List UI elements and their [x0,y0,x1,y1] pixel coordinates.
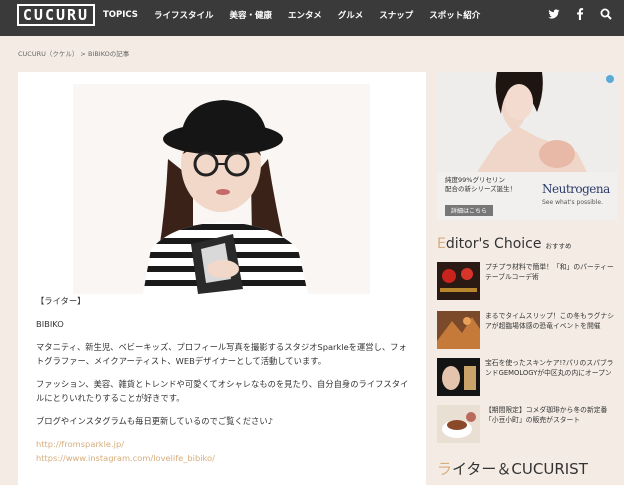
ad-copy-line-1: 純度99%グリセリン [445,176,505,184]
bio-paragraph-1: マタニティ、新生児、ベビーキッズ、プロフィール写真を撮影するスタジオSparkl… [36,342,407,366]
instagram-link[interactable]: https://www.instagram.com/lovelife_bibik… [36,451,411,465]
nav-item-spot[interactable]: スポット紹介 [429,9,480,21]
breadcrumb[interactable]: CUCURU（クケル） > BIBIKOの記事 [18,48,129,58]
editors-choice-title: Editor's Choice おすすめ [437,236,571,252]
list-item[interactable]: 宝石を使ったスキンケア!?パリのスパブランドGEMOLOGYが中区丸の内にオープ… [437,358,619,396]
ad-image [437,72,617,172]
header-icons [548,6,612,20]
article-thumbnail [437,262,480,300]
article-thumbnail [437,405,480,443]
author-photo [73,84,370,294]
facebook-icon[interactable] [574,6,586,20]
ad-info-icon[interactable] [606,75,614,83]
ad-brand: Neutrogena [542,182,610,196]
twitter-icon[interactable] [548,6,560,20]
bio-heading: 【ライター】 [36,296,86,306]
website-link[interactable]: http://fromsparkle.jp/ [36,437,411,451]
title-rest: イター＆CUCURIST [452,460,588,478]
title-subtitle: おすすめ [545,242,572,250]
nav-item-gourmet[interactable]: グルメ [338,9,364,21]
list-item[interactable]: 【期間限定】コメダ珈琲から冬の新定番「小豆小町」の販売がスタート [437,405,619,443]
bio-paragraph-2: ファッション、美容、雑貨とトレンドや可愛くてオシャレなものを見たり、自分自身のラ… [36,379,409,403]
search-icon[interactable] [600,6,612,20]
list-item[interactable]: プチプラ材料で簡単！「和」のパーティーテーブルコーデ術 [437,262,619,300]
article-title: プチプラ材料で簡単！「和」のパーティーテーブルコーデ術 [485,263,614,281]
nav-item-entame[interactable]: エンタメ [288,9,322,21]
bio-paragraph-3: ブログやインスタグラムも毎日更新しているのでご覧ください♪ [36,416,273,426]
writers-section-title: ライター＆CUCURIST [437,458,588,479]
author-profile: 【ライター】 BIBIKO マタニティ、新生児、ベビーキッズ、プロフィール写真を… [18,72,426,485]
nav-item-beauty[interactable]: 美容・健康 [229,9,272,21]
ad-details-button[interactable]: 詳細はこちら [445,205,493,216]
ad-tagline: See what's possible. [542,199,603,206]
author-bio: 【ライター】 BIBIKO マタニティ、新生児、ベビーキッズ、プロフィール写真を… [36,294,411,465]
nav-item-lifestyle[interactable]: ライフスタイル [154,9,214,21]
nav-item-topics[interactable]: TOPICS [103,10,138,20]
title-rest: ditor's Choice [445,236,542,252]
article-title: 【期間限定】コメダ珈琲から冬の新定番「小豆小町」の販売がスタート [485,406,608,424]
site-logo[interactable]: CUCURU [17,4,95,26]
main-nav: TOPICS ライフスタイル 美容・健康 エンタメ グルメ スナップ スポット紹… [103,0,496,30]
ad-copy-line-2: 配合の新シリーズ誕生！ [445,185,517,193]
article-thumbnail [437,358,480,396]
nav-item-snap[interactable]: スナップ [379,9,413,21]
article-thumbnail [437,311,480,349]
author-links: http://fromsparkle.jp/ https://www.insta… [36,437,411,465]
article-title: 宝石を使ったスキンケア!?パリのスパブランドGEMOLOGYが中区丸の内にオープ… [485,359,614,377]
article-title: まるでタイムスリップ！この冬もラグナシアが超臨場体感の恐竜イベントを開催 [485,312,615,330]
title-initial: ラ [437,460,453,478]
sidebar-ad[interactable]: 純度99%グリセリン 配合の新シリーズ誕生！ 詳細はこちら Neutrogena… [437,72,617,220]
site-header: CUCURU TOPICS ライフスタイル 美容・健康 エンタメ グルメ スナッ… [0,0,624,36]
ad-copy: 純度99%グリセリン 配合の新シリーズ誕生！ [445,176,516,194]
title-initial: E [437,236,446,252]
list-item[interactable]: まるでタイムスリップ！この冬もラグナシアが超臨場体感の恐竜イベントを開催 [437,311,619,349]
author-name: BIBIKO [36,319,64,329]
